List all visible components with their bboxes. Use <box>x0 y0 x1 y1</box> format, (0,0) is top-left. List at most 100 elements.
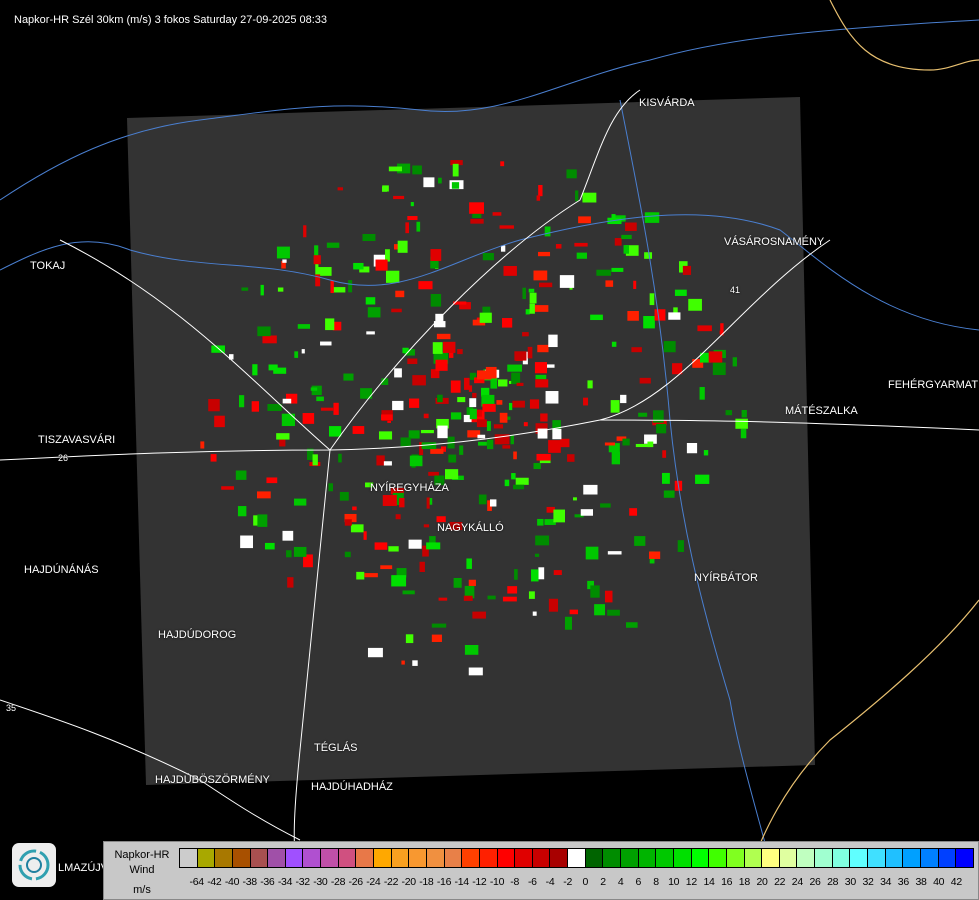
radar-echo <box>405 222 409 234</box>
radar-echo <box>418 281 433 290</box>
legend-tick-label: -42 <box>207 876 222 888</box>
radar-echo <box>614 238 622 246</box>
legend-tick-label: 34 <box>880 876 892 888</box>
city-label: TISZAVASVÁRI <box>38 434 116 446</box>
radar-echo <box>611 214 616 221</box>
radar-echo <box>574 242 588 247</box>
radar-echo <box>375 259 388 271</box>
legend-title: Napkor-HR Wind m/s <box>108 848 176 898</box>
radar-echo <box>239 395 245 408</box>
radar-echo <box>453 577 462 588</box>
legend-tick-label: -34 <box>277 876 293 888</box>
legend-color-box <box>321 849 339 867</box>
legend-color-box <box>391 849 410 867</box>
radar-echo <box>544 226 551 237</box>
radar-echo <box>536 195 541 201</box>
radar-echo <box>450 380 461 393</box>
radar-echo <box>287 577 294 588</box>
radar-echo <box>293 546 307 557</box>
radar-echo <box>338 453 342 463</box>
legend-color-box <box>515 849 533 867</box>
radar-echo <box>540 413 548 422</box>
radar-echo <box>276 433 290 440</box>
legend-tick-label: 2 <box>600 876 606 888</box>
legend-color-box <box>603 849 622 867</box>
radar-echo <box>257 326 271 337</box>
radar-echo <box>437 425 448 439</box>
legend-tick-label: 38 <box>915 876 927 888</box>
radar-echo <box>451 182 460 189</box>
radar-echo <box>548 598 559 612</box>
radar-echo <box>644 252 653 259</box>
radar-map[interactable] <box>0 0 979 900</box>
legend-color-box <box>215 849 233 867</box>
radar-echo <box>408 539 422 549</box>
radar-echo <box>472 392 477 398</box>
radar-echo <box>607 609 620 616</box>
radar-echo <box>320 407 334 411</box>
radar-echo <box>621 234 632 240</box>
radar-echo <box>423 524 430 528</box>
radar-echo <box>388 546 399 552</box>
legend-tick-label: -28 <box>330 876 346 888</box>
radar-echo <box>282 530 294 541</box>
legend-tick-label: 0 <box>582 876 589 888</box>
radar-echo <box>725 410 733 416</box>
radar-echo <box>564 616 573 630</box>
radar-echo <box>419 561 425 573</box>
radar-echo <box>214 415 225 428</box>
radar-echo <box>432 342 443 354</box>
radar-echo <box>735 418 748 429</box>
radar-echo <box>527 346 533 359</box>
radar-echo <box>251 401 260 412</box>
radar-echo <box>639 377 651 384</box>
radar-echo <box>513 451 517 460</box>
radar-echo <box>535 379 549 388</box>
legend-color-box <box>409 849 427 867</box>
radar-echo <box>374 542 388 550</box>
radar-echo <box>431 634 442 642</box>
radar-echo <box>537 344 549 353</box>
radar-echo <box>627 311 639 321</box>
radar-echo <box>482 252 494 261</box>
legend-tick-label: -16 <box>436 876 452 888</box>
radar-echo <box>623 245 630 254</box>
radar-echo <box>430 249 442 261</box>
radar-echo <box>633 280 637 289</box>
radar-echo <box>482 403 496 412</box>
radar-echo <box>381 414 393 421</box>
radar-echo <box>575 190 579 202</box>
legend-tick-label: -64 <box>189 876 205 888</box>
radar-echo <box>436 333 451 340</box>
radar-echo <box>210 454 217 462</box>
radar-echo <box>469 202 485 214</box>
radar-echo <box>264 542 275 550</box>
radar-echo <box>740 428 747 439</box>
radar-echo <box>515 477 529 485</box>
radar-echo <box>252 364 258 376</box>
radar-echo <box>500 161 505 167</box>
legend-color-box <box>673 849 692 867</box>
radar-echo <box>339 491 349 501</box>
radar-echo <box>303 225 307 238</box>
radar-echo <box>489 499 497 507</box>
radar-echo <box>360 388 373 399</box>
radar-echo <box>332 287 346 293</box>
radar-echo <box>383 461 392 466</box>
radar-echo <box>240 535 253 549</box>
radar-echo <box>620 394 627 404</box>
radar-echo <box>662 450 667 458</box>
radar-echo <box>534 553 540 557</box>
radar-echo <box>435 359 448 371</box>
legend-tick-label: 8 <box>653 876 659 888</box>
radar-echo <box>363 531 367 540</box>
legend-color-box <box>691 849 710 867</box>
radar-echo <box>578 216 591 224</box>
radar-echo <box>277 287 284 292</box>
city-label: MÁTÉSZALKA <box>785 405 858 417</box>
radar-echo <box>677 540 684 552</box>
radar-echo <box>712 362 726 376</box>
radar-echo <box>382 185 389 192</box>
radar-echo <box>486 439 494 450</box>
radar-echo <box>583 397 589 406</box>
